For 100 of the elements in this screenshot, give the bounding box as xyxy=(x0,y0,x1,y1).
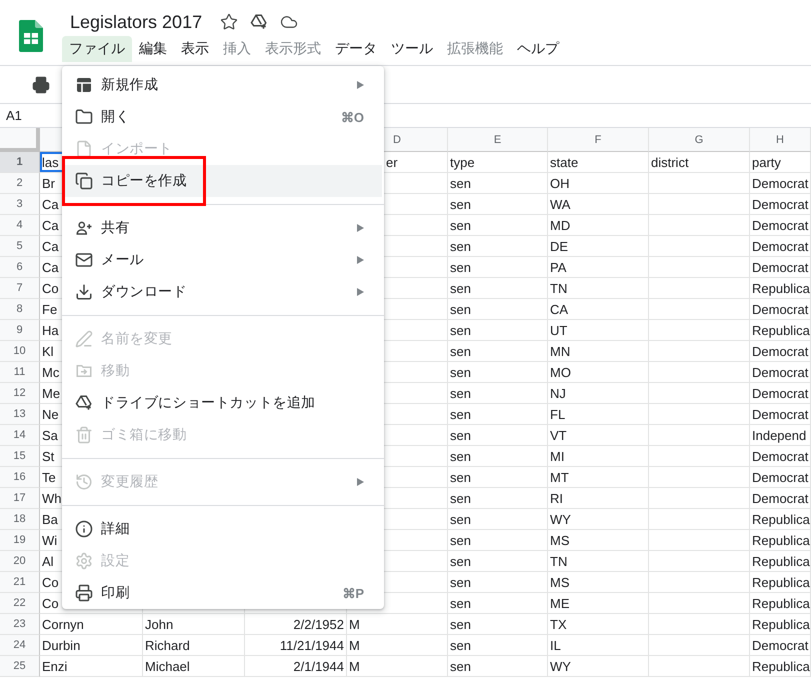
printer-icon xyxy=(75,584,93,602)
table-cell: WA xyxy=(548,194,649,215)
table-cell: M xyxy=(347,635,448,656)
table-cell: sen xyxy=(448,614,548,635)
row-header[interactable]: 21 xyxy=(0,572,40,593)
row-header[interactable]: 10 xyxy=(0,341,40,362)
row-header[interactable]: 14 xyxy=(0,425,40,446)
table-cell: VT xyxy=(548,425,649,446)
menu-tab[interactable]: ヘルプ xyxy=(510,36,566,62)
menu-tab[interactable]: 表示 xyxy=(174,36,216,62)
row-header[interactable]: 7 xyxy=(0,278,40,299)
table-cell: RI xyxy=(548,488,649,509)
table-cell: Democrat xyxy=(750,446,811,467)
table-cell: Democrat xyxy=(750,215,811,236)
table-cell: MI xyxy=(548,446,649,467)
table-cell: sen xyxy=(448,278,548,299)
table-cell: Democrat xyxy=(750,194,811,215)
table-cell: Democrat xyxy=(750,362,811,383)
row-header[interactable]: 6 xyxy=(0,257,40,278)
menu-tab[interactable]: データ xyxy=(328,36,384,62)
folder-move-icon xyxy=(76,365,92,377)
row-header[interactable]: 9 xyxy=(0,320,40,341)
name-box[interactable]: A1 xyxy=(0,108,22,123)
row-header[interactable]: 2 xyxy=(0,173,40,194)
table-cell: sen xyxy=(448,509,548,530)
row-header[interactable]: 16 xyxy=(0,467,40,488)
table-cell: sen xyxy=(448,215,548,236)
menu-item[interactable]: コピーを作成 xyxy=(62,165,382,197)
column-header[interactable]: G xyxy=(649,128,750,152)
file-icon xyxy=(75,140,93,158)
menu-item[interactable]: 新規作成 xyxy=(62,69,382,101)
new-sheet-icon xyxy=(75,76,93,94)
row-header[interactable]: 20 xyxy=(0,551,40,572)
table-cell: sen xyxy=(448,257,548,278)
table-cell: Democrat xyxy=(750,404,811,425)
history-icon xyxy=(75,473,93,491)
trash-icon xyxy=(75,426,93,444)
table-cell: sen xyxy=(448,341,548,362)
row-header[interactable]: 11 xyxy=(0,362,40,383)
row-header[interactable]: 13 xyxy=(0,404,40,425)
table-cell: sen xyxy=(448,362,548,383)
row-header[interactable]: 1 xyxy=(0,152,40,173)
menu-tab[interactable]: ファイル xyxy=(62,36,132,62)
menu-tab[interactable]: 編集 xyxy=(132,36,174,62)
table-cell: MT xyxy=(548,467,649,488)
document-title[interactable]: Legislators 2017 xyxy=(70,12,202,32)
table-cell: Republica xyxy=(750,530,811,551)
table-cell: Democrat xyxy=(750,467,811,488)
row-header[interactable]: 12 xyxy=(0,383,40,404)
column-header[interactable]: H xyxy=(750,128,811,152)
row-header[interactable]: 5 xyxy=(0,236,40,257)
print-icon[interactable] xyxy=(32,76,50,94)
table-cell: sen xyxy=(448,383,548,404)
row-header[interactable]: 3 xyxy=(0,194,40,215)
table-cell: sen xyxy=(448,488,548,509)
table-cell: M xyxy=(347,614,448,635)
drive-add-icon[interactable] xyxy=(250,13,268,31)
drive-add-icon xyxy=(75,394,93,412)
table-cell: MO xyxy=(548,362,649,383)
table-cell: Republica xyxy=(750,593,811,614)
table-cell: MS xyxy=(548,530,649,551)
person-add-icon xyxy=(76,222,92,235)
table-cell: Democrat xyxy=(750,488,811,509)
table-cell: Republica xyxy=(750,509,811,530)
submenu-arrow-icon xyxy=(357,81,364,89)
row-header[interactable]: 15 xyxy=(0,446,40,467)
table-cell: MN xyxy=(548,341,649,362)
table-cell: MD xyxy=(548,215,649,236)
table-cell: 11/21/1944 xyxy=(245,635,347,656)
row-header[interactable]: 4 xyxy=(0,215,40,236)
row-header[interactable]: 17 xyxy=(0,488,40,509)
row-header[interactable]: 22 xyxy=(0,593,40,614)
table-cell: Republica xyxy=(750,320,811,341)
table-cell: sen xyxy=(448,635,548,656)
table-cell: sen xyxy=(448,551,548,572)
star-icon[interactable] xyxy=(220,13,238,31)
sheets-logo-icon[interactable] xyxy=(19,20,43,52)
row-header[interactable]: 19 xyxy=(0,530,40,551)
table-cell: Republica xyxy=(750,656,811,677)
table-cell: Democrat xyxy=(750,173,811,194)
table-cell: Republica xyxy=(750,572,811,593)
table-cell: state xyxy=(548,152,649,173)
row-header[interactable]: 24 xyxy=(0,635,40,656)
table-cell: Democrat xyxy=(750,236,811,257)
table-cell: ME xyxy=(548,593,649,614)
mail-icon xyxy=(75,251,93,269)
table-cell: Democrat xyxy=(750,383,811,404)
column-header[interactable]: F xyxy=(548,128,649,152)
table-cell: TN xyxy=(548,278,649,299)
row-header[interactable]: 25 xyxy=(0,656,40,677)
column-header[interactable]: E xyxy=(448,128,548,152)
menu-tab[interactable]: ツール xyxy=(384,36,440,62)
submenu-arrow-icon xyxy=(357,224,364,232)
table-cell: WY xyxy=(548,509,649,530)
row-header[interactable]: 23 xyxy=(0,614,40,635)
table-cell: FL xyxy=(548,404,649,425)
table-cell: sen xyxy=(448,194,548,215)
row-header[interactable]: 18 xyxy=(0,509,40,530)
cloud-icon[interactable] xyxy=(280,13,298,31)
row-header[interactable]: 8 xyxy=(0,299,40,320)
